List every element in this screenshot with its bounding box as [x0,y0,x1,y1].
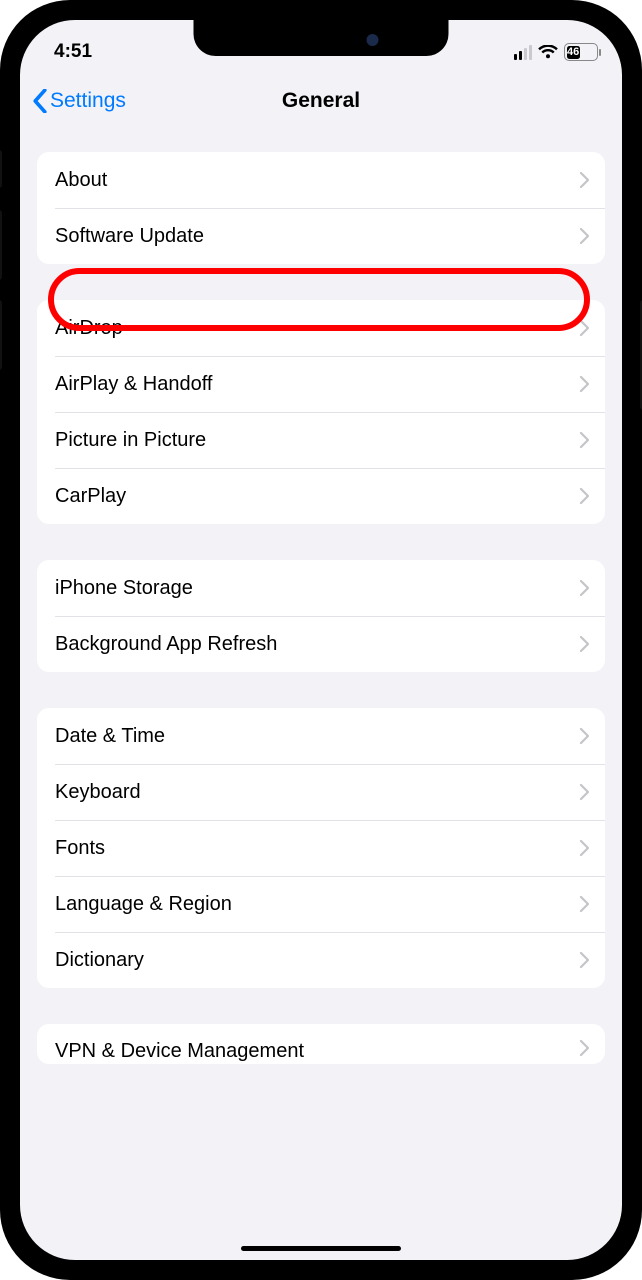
back-label: Settings [50,89,126,113]
chevron-right-icon [579,580,589,596]
settings-group: VPN & Device Management [37,1024,605,1064]
row-label: About [55,169,107,192]
wifi-icon [538,45,558,59]
cellular-icon [514,45,532,60]
row-label: Software Update [55,225,204,248]
notch [194,20,449,56]
screen: 4:51 46 Settings General [20,20,622,1260]
row-carplay[interactable]: CarPlay [37,468,605,524]
row-label: VPN & Device Management [55,1040,304,1063]
row-label: AirPlay & Handoff [55,373,213,396]
row-label: Picture in Picture [55,429,206,452]
row-dictionary[interactable]: Dictionary [37,932,605,988]
chevron-right-icon [579,320,589,336]
row-iphone-storage[interactable]: iPhone Storage [37,560,605,616]
status-right: 46 [514,43,598,61]
chevron-right-icon [579,172,589,188]
row-label: Background App Refresh [55,633,277,656]
row-label: CarPlay [55,485,126,508]
row-keyboard[interactable]: Keyboard [37,764,605,820]
chevron-right-icon [579,728,589,744]
silent-switch [0,150,2,188]
chevron-right-icon [579,896,589,912]
row-label: iPhone Storage [55,577,193,600]
row-language-region[interactable]: Language & Region [37,876,605,932]
row-label: AirDrop [55,317,123,340]
row-vpn-device-management[interactable]: VPN & Device Management [37,1024,605,1064]
chevron-right-icon [579,376,589,392]
settings-list[interactable]: About Software Update AirDrop AirPlay & Han… [20,128,622,1260]
volume-up-button [0,210,2,280]
row-about[interactable]: About [37,152,605,208]
row-label: Dictionary [55,949,144,972]
chevron-right-icon [579,432,589,448]
settings-group: iPhone Storage Background App Refresh [37,560,605,672]
battery-percent: 46 [567,46,580,59]
chevron-right-icon [579,488,589,504]
home-indicator[interactable] [241,1246,401,1251]
row-label: Date & Time [55,725,165,748]
row-airdrop[interactable]: AirDrop [37,300,605,356]
chevron-left-icon [32,89,48,113]
row-airplay-handoff[interactable]: AirPlay & Handoff [37,356,605,412]
chevron-right-icon [579,840,589,856]
chevron-right-icon [579,784,589,800]
row-label: Language & Region [55,893,232,916]
row-label: Keyboard [55,781,141,804]
settings-group: About Software Update [37,152,605,264]
chevron-right-icon [579,228,589,244]
row-date-time[interactable]: Date & Time [37,708,605,764]
row-software-update[interactable]: Software Update [37,208,605,264]
chevron-right-icon [579,636,589,652]
page-title: General [282,89,360,113]
row-pip[interactable]: Picture in Picture [37,412,605,468]
row-label: Fonts [55,837,105,860]
chevron-right-icon [579,1040,589,1056]
settings-group: AirDrop AirPlay & Handoff Picture in Pictu… [37,300,605,524]
chevron-right-icon [579,952,589,968]
device-frame: 4:51 46 Settings General [0,0,642,1280]
back-button[interactable]: Settings [32,74,126,128]
volume-down-button [0,300,2,370]
row-fonts[interactable]: Fonts [37,820,605,876]
settings-group: Date & Time Keyboard Fonts Language & Regio… [37,708,605,988]
battery-icon: 46 [564,43,598,61]
row-background-app-refresh[interactable]: Background App Refresh [37,616,605,672]
nav-bar: Settings General [20,74,622,128]
status-time: 4:51 [54,41,92,63]
